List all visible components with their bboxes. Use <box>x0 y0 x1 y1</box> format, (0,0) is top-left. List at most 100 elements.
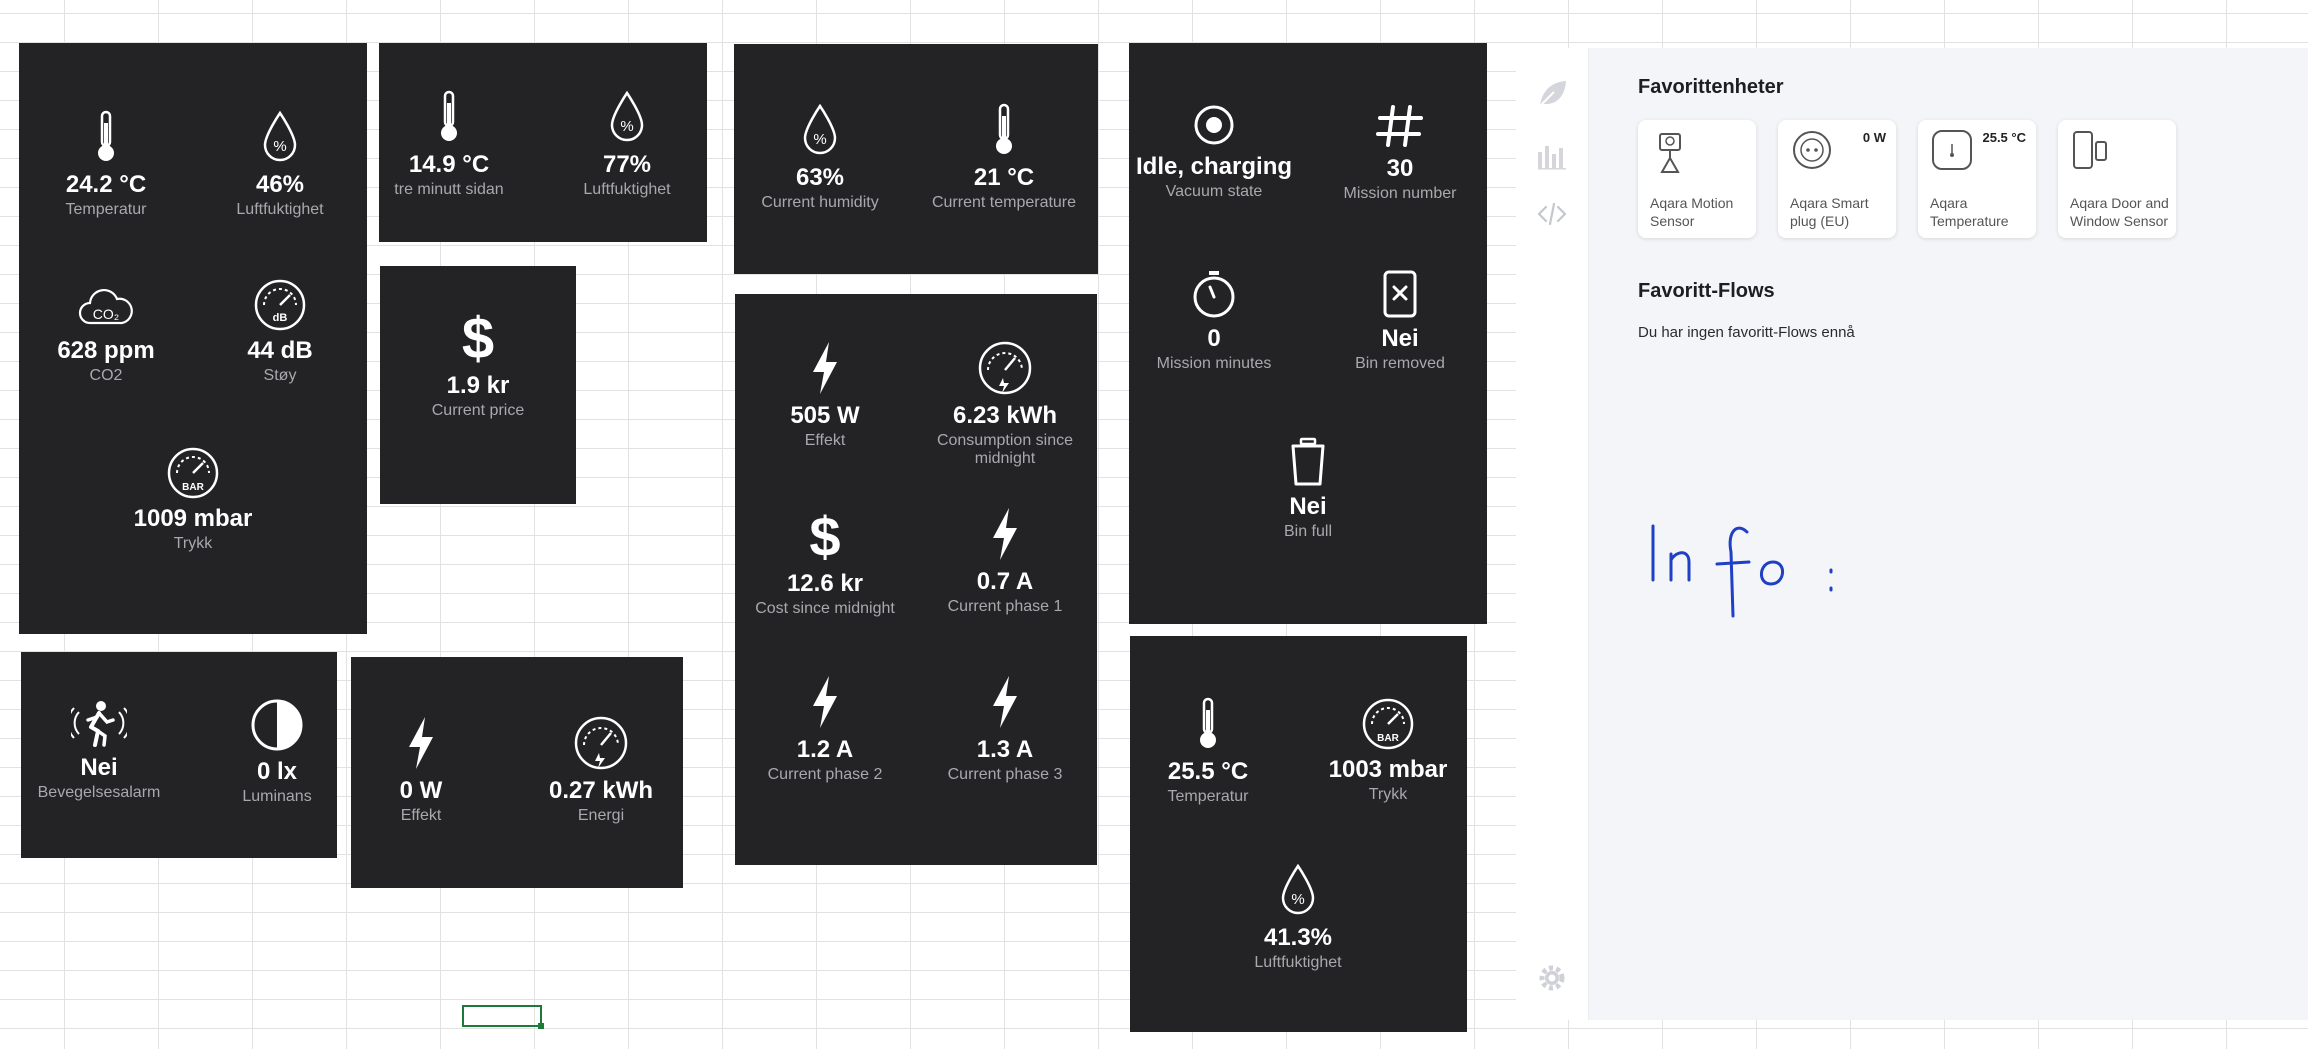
device-name: Aqara Door and Window Sensor <box>2070 195 2169 229</box>
tile-outdoor-humidity[interactable]: % 77% Luftfuktighet <box>557 89 697 199</box>
bin-removed-value: Nei <box>1381 325 1419 352</box>
humidity-drop-icon: % <box>1220 862 1376 918</box>
device-card-door-sensor[interactable]: Aqara Door and Window Sensor <box>2058 120 2176 238</box>
bin-removed-label: Bin removed <box>1355 355 1445 372</box>
leaf-icon[interactable] <box>1536 78 1568 115</box>
pressure-value: 1009 mbar <box>133 505 253 532</box>
current-price-label: Current price <box>431 402 525 419</box>
tile-pressure[interactable]: BAR 1009 mbar Trykk <box>106 447 280 553</box>
lightning-icon <box>735 340 915 396</box>
consumption-label: Consumption since midnight <box>936 432 1074 467</box>
co2-value: 628 ppm <box>57 337 155 364</box>
tile-power-effect[interactable]: 505 W Effekt <box>735 340 915 450</box>
bin-icon <box>1221 437 1395 487</box>
mission-minutes-label: Mission minutes <box>1156 355 1272 372</box>
panel-motion: Nei Bevegelsesalarm 0 lx Luminans <box>21 652 337 858</box>
temperature-sensor-icon <box>1930 128 1974 177</box>
device-card-smart-plug[interactable]: 0 W Aqara Smart plug (EU) <box>1778 120 1896 238</box>
device-card-temperature[interactable]: 25.5 °C Aqara Temperature <box>1918 120 2036 238</box>
noise-label: Støy <box>263 367 297 384</box>
tile-sensor2-humidity[interactable]: % 41.3% Luftfuktighet <box>1220 862 1376 972</box>
insights-icon[interactable] <box>1536 138 1568 175</box>
tile-sensor2-pressure[interactable]: BAR 1003 mbar Trykk <box>1310 698 1466 804</box>
humidity-label: Luftfuktighet <box>236 201 324 218</box>
settings-icon[interactable] <box>1536 962 1568 999</box>
luminance-label: Luminans <box>242 788 312 805</box>
panel-outdoor: 14.9 °C tre minutt sidan % 77% Luftfukti… <box>379 43 707 242</box>
tile-current-humidity[interactable]: % 63% Current humidity <box>734 102 906 212</box>
tile-consumption[interactable]: 6.23 kWh Consumption since midnight <box>915 340 1095 468</box>
sensor2-pressure-label: Trykk <box>1368 786 1408 803</box>
stopwatch-icon <box>1129 269 1299 319</box>
tile-phase3[interactable]: 1.3 A Current phase 3 <box>915 674 1095 784</box>
sensor2-pressure-value: 1003 mbar <box>1328 756 1448 783</box>
sensor2-humidity-value: 41.3% <box>1263 924 1333 951</box>
temperature-label: Temperatur <box>65 201 147 218</box>
device-name: Aqara Motion Sensor <box>1650 195 1734 229</box>
motion-alarm-label: Bevegelsesalarm <box>37 784 161 801</box>
tile-outdoor-temperature[interactable]: 14.9 °C tre minutt sidan <box>379 89 519 199</box>
tile-luminance[interactable]: 0 lx Luminans <box>217 698 337 806</box>
tile-sensor2-temperature[interactable]: 25.5 °C Temperatur <box>1130 696 1286 806</box>
motion-sensor-icon <box>1650 128 1690 181</box>
svg-text:BAR: BAR <box>1377 733 1399 744</box>
co2-cloud-icon: CO₂ <box>19 283 193 331</box>
lightning-icon <box>915 674 1095 730</box>
current-humidity-label: Current humidity <box>761 194 879 211</box>
sensor2-humidity-label: Luftfuktighet <box>1254 954 1342 971</box>
door-sensor-icon <box>2070 128 2114 177</box>
phase1-label: Current phase 1 <box>947 598 1063 615</box>
tile-vacuum-state[interactable]: Idle, charging Vacuum state <box>1129 103 1299 201</box>
tile-plug-energy[interactable]: 0.27 kWh Energi <box>531 715 671 825</box>
tile-phase1[interactable]: 0.7 A Current phase 1 <box>915 506 1095 616</box>
device-value: 25.5 °C <box>1982 130 2026 145</box>
device-name: Aqara Smart plug (EU) <box>1790 195 1869 229</box>
selected-cell[interactable] <box>462 1005 544 1029</box>
tile-current-price[interactable]: $ 1.9 kr Current price <box>380 306 576 420</box>
tile-cost[interactable]: $ 12.6 kr Cost since midnight <box>735 506 915 618</box>
energy-gauge-icon <box>915 340 1095 396</box>
tile-bin-removed[interactable]: Nei Bin removed <box>1313 269 1487 373</box>
outdoor-temperature-label: tre minutt sidan <box>394 181 504 198</box>
luminance-icon <box>217 698 337 752</box>
vacuum-state-value: Idle, charging <box>1135 153 1293 180</box>
power-effect-value: 505 W <box>790 402 860 429</box>
thermometer-icon <box>19 109 193 165</box>
dollar-icon: $ <box>380 306 576 366</box>
target-icon <box>1129 103 1299 147</box>
flows-empty-message: Du har ingen favoritt-Flows ennå <box>1638 324 1855 341</box>
tile-phase2[interactable]: 1.2 A Current phase 2 <box>735 674 915 784</box>
consumption-value: 6.23 kWh <box>952 402 1058 429</box>
plug-effect-value: 0 W <box>399 777 443 804</box>
bin-full-value: Nei <box>1289 493 1327 520</box>
svg-text:%: % <box>1291 891 1304 908</box>
device-card-motion-sensor[interactable]: Aqara Motion Sensor <box>1638 120 1756 238</box>
outdoor-humidity-label: Luftfuktighet <box>583 181 671 198</box>
thermometer-icon <box>379 89 519 145</box>
current-price-value: 1.9 kr <box>446 372 510 399</box>
tile-current-temperature[interactable]: 21 °C Current temperature <box>914 102 1094 212</box>
power-effect-label: Effekt <box>804 432 846 449</box>
tile-plug-effect[interactable]: 0 W Effekt <box>351 715 491 825</box>
temperature-value: 24.2 °C <box>65 171 147 198</box>
tile-temperature[interactable]: 24.2 °C Temperatur <box>19 109 193 219</box>
tile-humidity[interactable]: % 46% Luftfuktighet <box>193 109 367 219</box>
plug-energy-label: Energi <box>577 807 625 824</box>
tile-mission-minutes[interactable]: 0 Mission minutes <box>1129 269 1299 373</box>
code-icon[interactable] <box>1536 198 1568 235</box>
current-humidity-value: 63% <box>795 164 845 191</box>
tile-motion-alarm[interactable]: Nei Bevegelsesalarm <box>21 700 177 802</box>
tile-noise[interactable]: dB 44 dB Støy <box>193 279 367 385</box>
lightning-icon <box>351 715 491 771</box>
motion-icon <box>21 700 177 748</box>
db-gauge-icon: dB <box>193 279 367 331</box>
tile-co2[interactable]: CO₂ 628 ppm CO2 <box>19 283 193 385</box>
smart-plug-icon <box>1790 128 1834 177</box>
lightning-icon <box>735 674 915 730</box>
tile-bin-full[interactable]: Nei Bin full <box>1221 437 1395 541</box>
panel-humidity-temperature: % 63% Current humidity 21 °C Current tem… <box>734 44 1098 274</box>
tile-mission-number[interactable]: 30 Mission number <box>1313 103 1487 203</box>
bin-removed-icon <box>1313 269 1487 319</box>
svg-text:%: % <box>813 131 826 148</box>
panel-sensor-2: 25.5 °C Temperatur BAR 1003 mbar Trykk %… <box>1130 636 1467 1032</box>
